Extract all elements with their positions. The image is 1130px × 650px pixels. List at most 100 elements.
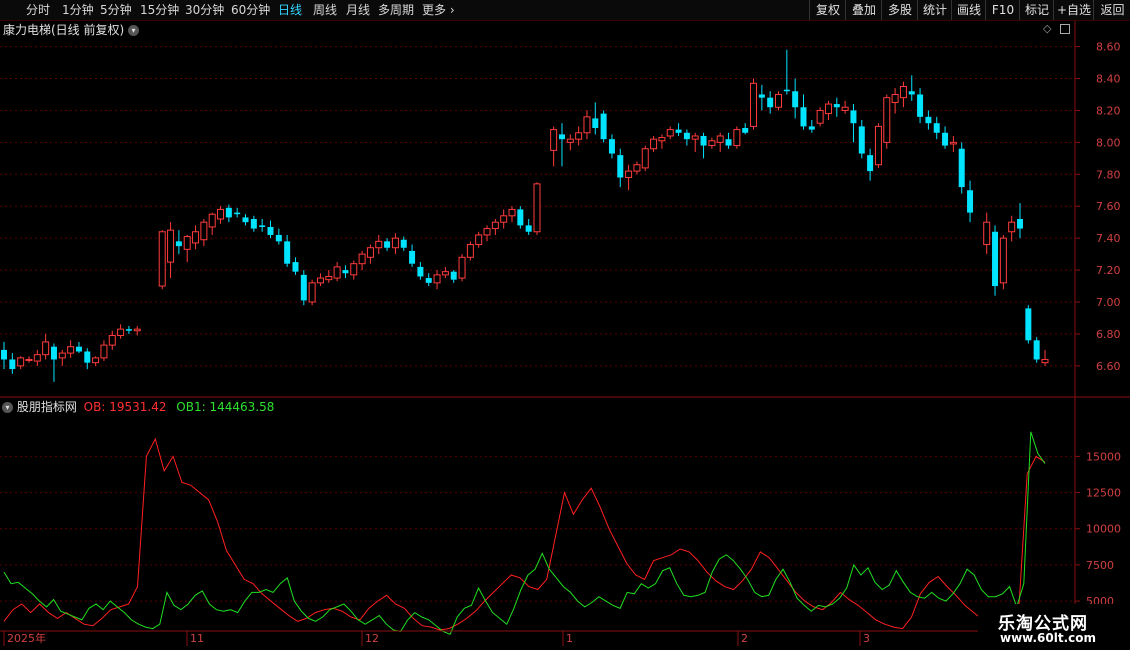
back-button[interactable]: 返回: [1093, 0, 1130, 20]
indicator-name[interactable]: 股朋指标网: [17, 400, 77, 414]
candle-body-down: [342, 270, 349, 274]
candle-body-down: [617, 155, 624, 178]
candle-body-down: [250, 218, 257, 229]
candle-body-up: [633, 164, 641, 172]
candle-body-up: [483, 228, 491, 236]
time-tick-label: 11: [190, 632, 204, 645]
more-label: 更多: [422, 3, 447, 17]
period-tab-more[interactable]: 更多 ›: [422, 2, 455, 18]
indicator-tick-label: 10000: [1086, 523, 1121, 536]
period-tab-multi[interactable]: 多周期: [378, 2, 414, 18]
candle-body-up: [816, 109, 824, 124]
period-tab-1min[interactable]: 1分钟: [62, 2, 94, 18]
candle-body-down: [125, 329, 132, 331]
candle-body-down: [683, 132, 690, 140]
candle-body-down: [558, 134, 565, 140]
candle-body-down: [742, 127, 749, 133]
candle-body-down: [942, 132, 949, 146]
candle-body-up: [650, 138, 658, 150]
candle-body-up: [366, 247, 374, 258]
ob-line: [3, 437, 1046, 631]
candle-body-up: [666, 129, 674, 137]
candle-body-up: [874, 125, 882, 166]
price-tick-label: 7.80: [1096, 168, 1121, 181]
candle-body-up: [333, 266, 341, 279]
period-tab-60min[interactable]: 60分钟: [231, 2, 270, 18]
period-tab-daily[interactable]: 日线: [278, 2, 302, 18]
candle-body-up: [167, 229, 175, 263]
candle-body-up: [750, 82, 758, 127]
candle-body-up: [25, 358, 33, 361]
candle-body-up: [358, 253, 366, 265]
candle-body-up: [899, 85, 907, 99]
price-tick-label: 8.60: [1096, 41, 1121, 54]
chevron-down-icon[interactable]: ▾: [128, 25, 140, 36]
draw-line-button[interactable]: 画线: [951, 0, 986, 20]
candle-body-up: [533, 183, 541, 233]
candle-body-up: [316, 277, 324, 284]
candle-body-up: [391, 237, 399, 249]
candle-body-down: [917, 94, 924, 117]
candle-body-down: [700, 135, 707, 146]
period-tab-weekly[interactable]: 周线: [313, 2, 337, 18]
candle-body-down: [242, 217, 249, 223]
candle-body-down: [783, 89, 790, 92]
ob1-value-label: OB1: 144463.58: [176, 400, 275, 414]
candle-body-up: [691, 135, 699, 140]
price-tick-label: 7.40: [1096, 232, 1121, 245]
candle-body-up: [841, 106, 849, 111]
candle-body-down: [234, 212, 241, 215]
period-tab-minute-timeshare[interactable]: 分时: [26, 2, 50, 18]
price-tick-label: 8.00: [1096, 136, 1121, 149]
candle-body-up: [575, 132, 583, 140]
candle-body-down: [933, 123, 940, 133]
candle-body-down: [908, 91, 915, 95]
candle-body-down: [409, 250, 416, 264]
candle-body-down: [384, 241, 391, 248]
chevron-down-icon[interactable]: ▾: [2, 402, 13, 413]
candle-body-down: [958, 148, 965, 188]
candle-body-up: [350, 263, 358, 276]
window-toggle-icon[interactable]: [1060, 24, 1070, 34]
candle-body-down: [850, 110, 857, 124]
candle-body-up: [566, 138, 574, 143]
overlay-button[interactable]: 叠加: [845, 0, 882, 20]
statistics-button[interactable]: 统计: [917, 0, 952, 20]
watermark: 乐淘公式网 www.60lt.com: [978, 604, 1130, 650]
period-tab-5min[interactable]: 5分钟: [100, 2, 132, 18]
grid-layer: [0, 46, 1075, 602]
candle-body-down: [833, 104, 840, 108]
price-tick-label: 7.20: [1096, 264, 1121, 277]
period-tab-30min[interactable]: 30分钟: [185, 2, 224, 18]
price-tick-label: 7.60: [1096, 200, 1121, 213]
period-tab-15min[interactable]: 15分钟: [140, 2, 179, 18]
price-tick-label: 8.40: [1096, 73, 1121, 86]
candle-body-down: [400, 239, 407, 248]
candle-body-down: [792, 91, 799, 108]
candle-body-down: [608, 139, 615, 154]
period-tab-monthly[interactable]: 月线: [346, 2, 370, 18]
multi-stock-button[interactable]: 多股: [881, 0, 918, 20]
add-watchlist-button[interactable]: +自选: [1053, 0, 1094, 20]
restore-rights-button[interactable]: 复权: [809, 0, 846, 20]
candle-body-down: [725, 139, 732, 146]
candle-body-up: [458, 256, 466, 279]
diamond-icon[interactable]: ◇: [1043, 22, 1055, 36]
candle-body-up: [500, 215, 508, 223]
candle-body-up: [824, 103, 832, 115]
candle-body-up: [375, 240, 383, 249]
candle-body-down: [525, 225, 532, 232]
candle-body-down: [50, 346, 57, 360]
candle-body-down: [592, 118, 599, 128]
f10-button[interactable]: F10: [985, 0, 1020, 20]
candle-body-down: [867, 155, 874, 172]
candle-body-down: [1017, 218, 1024, 229]
candle-body-down: [1025, 308, 1032, 341]
candle-body-up: [200, 221, 208, 241]
candle-body-up: [1008, 221, 1016, 233]
candle-body-up: [33, 354, 41, 362]
ob1-line: [3, 431, 1046, 635]
candle-body-up: [217, 208, 225, 220]
candle-body-down: [808, 126, 815, 130]
mark-button[interactable]: 标记: [1019, 0, 1054, 20]
